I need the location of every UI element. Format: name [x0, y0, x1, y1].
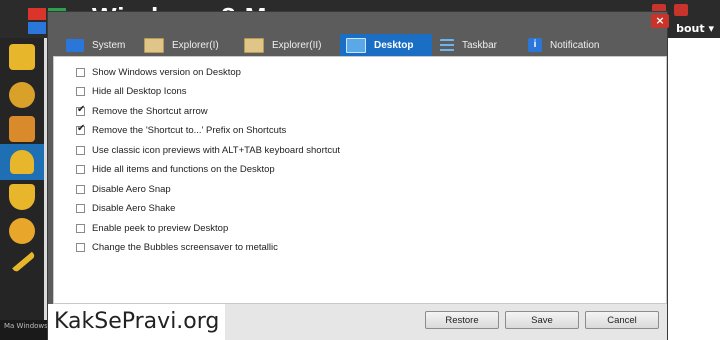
- desktop-options-panel: Show Windows version on Desktop Hide all…: [53, 56, 667, 304]
- option-label: Remove the 'Shortcut to...' Prefix on Sh…: [92, 125, 287, 136]
- desktop-icon: [346, 37, 366, 53]
- checkmark-icon: ✔: [77, 123, 86, 134]
- checkbox[interactable]: [76, 68, 85, 77]
- dialog-close-button[interactable]: ×: [651, 14, 669, 28]
- checkbox-checked[interactable]: ✔: [76, 104, 86, 116]
- option-remove-shortcut-arrow[interactable]: ✔ Remove the Shortcut arrow: [76, 104, 208, 117]
- tab-notification[interactable]: i Notification: [528, 34, 638, 56]
- option-remove-shortcut-prefix[interactable]: ✔ Remove the 'Shortcut to...' Prefix on …: [76, 123, 287, 136]
- list-icon: [440, 38, 454, 52]
- option-bubbles-metallic[interactable]: Change the Bubbles screensaver to metall…: [76, 242, 278, 253]
- checkbox[interactable]: [76, 204, 85, 213]
- background-sidebar: [0, 38, 44, 340]
- checkbox[interactable]: [76, 243, 85, 252]
- close-icon: ×: [655, 14, 665, 27]
- tab-system[interactable]: System: [58, 34, 146, 56]
- checkbox[interactable]: [76, 224, 85, 233]
- windows-icon: [66, 38, 84, 52]
- option-label: Hide all items and functions on the Desk…: [92, 164, 275, 175]
- folder-icon: [244, 37, 264, 53]
- close-icon[interactable]: [674, 4, 688, 16]
- option-label: Hide all Desktop Icons: [92, 86, 187, 97]
- option-label: Change the Bubbles screensaver to metall…: [92, 242, 278, 253]
- speedometer-icon[interactable]: [9, 82, 35, 108]
- info-icon[interactable]: [9, 44, 35, 70]
- option-classic-alt-tab[interactable]: Use classic icon previews with ALT+TAB k…: [76, 145, 340, 156]
- option-disable-aero-shake[interactable]: Disable Aero Shake: [76, 203, 175, 214]
- background-content-area: [668, 38, 720, 340]
- cancel-button[interactable]: Cancel: [585, 311, 659, 329]
- folder-icon: [144, 37, 164, 53]
- globe-icon[interactable]: [9, 218, 35, 244]
- wrench-icon[interactable]: [8, 247, 36, 273]
- tab-label: Notification: [550, 39, 600, 51]
- option-label: Show Windows version on Desktop: [92, 67, 241, 78]
- tab-label: Desktop: [374, 39, 414, 51]
- option-hide-all-items[interactable]: Hide all items and functions on the Desk…: [76, 164, 275, 175]
- tab-label: System: [92, 39, 126, 51]
- tab-label: Taskbar: [462, 39, 498, 51]
- checkbox[interactable]: [76, 87, 85, 96]
- about-menu[interactable]: bout ▾: [676, 22, 714, 35]
- tab-bar: System Explorer(I) Explorer(II) Desktop …: [52, 34, 666, 56]
- tab-desktop[interactable]: Desktop: [340, 34, 432, 56]
- checkbox[interactable]: [76, 165, 85, 174]
- users-icon[interactable]: [0, 144, 44, 180]
- checkbox[interactable]: [76, 185, 85, 194]
- tab-explorer-1[interactable]: Explorer(I): [144, 34, 240, 56]
- save-button[interactable]: Save: [505, 311, 579, 329]
- option-label: Remove the Shortcut arrow: [92, 106, 208, 117]
- restore-button[interactable]: Restore: [425, 311, 499, 329]
- tab-label: Explorer(I): [172, 39, 219, 51]
- option-hide-desktop-icons[interactable]: Hide all Desktop Icons: [76, 86, 187, 97]
- option-enable-peek[interactable]: Enable peek to preview Desktop: [76, 223, 228, 234]
- checkbox[interactable]: [76, 146, 85, 155]
- info-icon: i: [528, 38, 542, 52]
- tab-label: Explorer(II): [272, 39, 322, 51]
- option-label: Disable Aero Snap: [92, 184, 171, 195]
- trash-icon[interactable]: [9, 116, 35, 142]
- option-show-windows-version[interactable]: Show Windows version on Desktop: [76, 67, 241, 78]
- checkbox-checked[interactable]: ✔: [76, 123, 86, 135]
- option-label: Enable peek to preview Desktop: [92, 223, 229, 234]
- option-disable-aero-snap[interactable]: Disable Aero Snap: [76, 184, 171, 195]
- shield-icon[interactable]: [9, 184, 35, 210]
- checkmark-icon: ✔: [77, 104, 86, 115]
- option-label: Disable Aero Shake: [92, 203, 176, 214]
- tab-explorer-2[interactable]: Explorer(II): [244, 34, 340, 56]
- tab-taskbar[interactable]: Taskbar: [440, 34, 516, 56]
- watermark: KakSePravi.org: [48, 304, 226, 340]
- option-label: Use classic icon previews with ALT+TAB k…: [92, 145, 341, 156]
